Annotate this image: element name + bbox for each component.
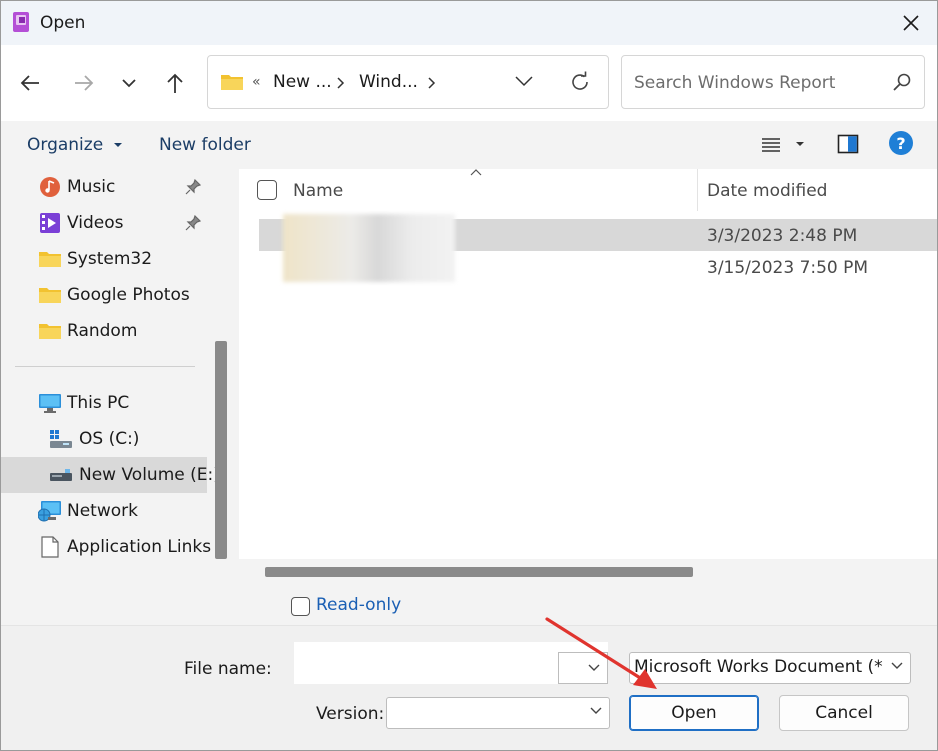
file-type-filter-value: Microsoft Works Document (*.w bbox=[634, 657, 884, 677]
column-divider[interactable] bbox=[697, 169, 698, 211]
drive-icon bbox=[50, 430, 72, 448]
horizontal-scrollbar-thumb[interactable] bbox=[265, 567, 693, 577]
breadcrumb-chevron-icon[interactable] bbox=[427, 76, 437, 90]
sidebar-item-label: Videos bbox=[67, 213, 124, 233]
column-header-name[interactable]: Name bbox=[293, 181, 343, 201]
annotation-arrow-icon bbox=[545, 617, 657, 689]
sidebar-item-videos[interactable]: Videos bbox=[1, 205, 207, 241]
version-label: Version: bbox=[316, 704, 385, 724]
file-date-modified: 3/15/2023 7:50 PM bbox=[707, 258, 869, 278]
sidebar-item-this-pc[interactable]: This PC bbox=[1, 385, 207, 421]
organize-button[interactable]: Organize bbox=[27, 135, 123, 155]
sidebar-item-application-links[interactable]: Application Links bbox=[1, 529, 211, 565]
chevron-down-icon bbox=[891, 662, 903, 669]
sidebar-item-system32[interactable]: System32 bbox=[1, 241, 207, 277]
recent-locations-chevron-icon[interactable] bbox=[113, 67, 145, 99]
folder-icon bbox=[39, 288, 61, 303]
chevron-down-icon bbox=[590, 707, 602, 714]
pc-icon bbox=[39, 394, 61, 413]
sidebar-item-label: OS (C:) bbox=[79, 429, 140, 449]
breadcrumb-overflow[interactable]: « bbox=[252, 74, 261, 90]
view-options-icon[interactable] bbox=[761, 135, 781, 155]
navigation-bar: « New ... Wind... bbox=[1, 45, 937, 122]
dialog-footer: File name: Microsoft Works Document (*.w… bbox=[1, 625, 937, 750]
file-list-header: Name Date modified bbox=[239, 169, 937, 211]
back-icon[interactable] bbox=[15, 67, 47, 99]
sidebar-divider bbox=[15, 366, 195, 367]
breadcrumb-chevron-icon[interactable] bbox=[336, 76, 346, 90]
network-icon bbox=[38, 501, 61, 522]
cancel-button[interactable]: Cancel bbox=[779, 695, 909, 731]
app-icon bbox=[13, 12, 29, 32]
search-box[interactable] bbox=[621, 55, 925, 109]
sidebar-item-label: Google Photos bbox=[67, 285, 190, 305]
search-input[interactable] bbox=[632, 70, 886, 96]
sort-ascending-icon bbox=[470, 169, 482, 176]
navigation-pane: Music Videos System32 Google Photos Rand… bbox=[1, 169, 229, 583]
forward-icon[interactable] bbox=[67, 67, 99, 99]
sidebar-item-label: Network bbox=[67, 501, 138, 521]
address-bar[interactable]: « New ... Wind... bbox=[207, 55, 609, 109]
help-icon[interactable]: ? bbox=[888, 130, 914, 156]
window-title: Open bbox=[40, 13, 86, 33]
select-all-checkbox[interactable] bbox=[257, 180, 277, 200]
svg-text:?: ? bbox=[896, 134, 905, 153]
file-type-filter-select[interactable]: Microsoft Works Document (*.w bbox=[629, 652, 911, 684]
new-folder-button[interactable]: New folder bbox=[159, 135, 251, 155]
refresh-icon[interactable] bbox=[568, 70, 592, 94]
videos-icon bbox=[40, 213, 60, 233]
file-date-modified: 3/3/2023 2:48 PM bbox=[707, 226, 858, 246]
drive-icon bbox=[50, 469, 72, 481]
sidebar-item-label: System32 bbox=[67, 249, 153, 269]
address-history-chevron-icon[interactable] bbox=[514, 74, 534, 88]
read-only-checkbox[interactable] bbox=[291, 597, 310, 616]
open-dialog: Open « New ... Wind... Search Windows Re… bbox=[0, 0, 938, 751]
sidebar-item-label: New Volume (E:) bbox=[79, 465, 220, 485]
search-icon[interactable] bbox=[892, 72, 912, 92]
breadcrumb-item[interactable]: Wind... bbox=[359, 72, 418, 92]
folder-icon bbox=[221, 75, 243, 90]
sidebar-item-label: Application Links bbox=[67, 537, 212, 557]
sidebar-item-random[interactable]: Random bbox=[1, 313, 207, 349]
sidebar-scrollbar[interactable] bbox=[215, 341, 227, 559]
music-icon bbox=[40, 177, 60, 197]
redacted-file-names bbox=[283, 214, 455, 282]
sidebar-item-google-photos[interactable]: Google Photos bbox=[1, 277, 207, 313]
title-bar: Open bbox=[1, 1, 937, 45]
file-icon bbox=[41, 536, 59, 558]
folder-icon bbox=[39, 324, 61, 339]
file-name-label: File name: bbox=[184, 659, 272, 679]
preview-pane-icon[interactable] bbox=[837, 133, 859, 155]
folder-icon bbox=[39, 252, 61, 267]
read-only-label[interactable]: Read-only bbox=[316, 595, 401, 615]
pin-icon[interactable] bbox=[185, 179, 201, 195]
dropdown-caret-icon bbox=[113, 143, 122, 147]
sidebar-item-music[interactable]: Music bbox=[1, 169, 207, 205]
up-icon[interactable] bbox=[159, 67, 191, 99]
file-list: Name Date modified 3/3/2023 2:48 PM 3/15… bbox=[239, 169, 937, 583]
sidebar-item-new-volume-e[interactable]: New Volume (E:) bbox=[1, 457, 220, 493]
organize-label: Organize bbox=[27, 135, 104, 155]
sidebar-item-label: Music bbox=[67, 177, 116, 197]
sidebar-item-label: Random bbox=[67, 321, 138, 341]
pin-icon[interactable] bbox=[185, 215, 201, 231]
sidebar-item-network[interactable]: Network bbox=[1, 493, 207, 529]
breadcrumb-item[interactable]: New ... bbox=[273, 72, 332, 92]
close-icon[interactable] bbox=[895, 7, 927, 39]
sidebar-item-label: This PC bbox=[67, 393, 130, 413]
sidebar-item-os-c[interactable]: OS (C:) bbox=[1, 421, 207, 457]
column-header-date-modified[interactable]: Date modified bbox=[707, 181, 827, 201]
view-dropdown-caret-icon[interactable] bbox=[795, 140, 805, 148]
command-toolbar: Organize New folder ? bbox=[1, 121, 937, 169]
